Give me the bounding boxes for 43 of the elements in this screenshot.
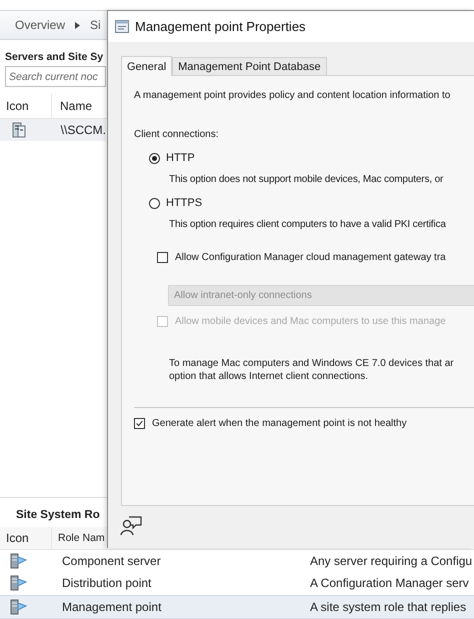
checkbox-label[interactable]: Generate alert when the management point is not healthy	[152, 418, 407, 429]
chevron-icon	[75, 22, 80, 28]
table-row[interactable]: Distribution point A Configuration Manager serv	[0, 572, 474, 595]
table-row[interactable]: \\SCCM.	[0, 119, 106, 141]
tab[interactable]: General	[121, 56, 172, 76]
table-row[interactable]: Management point A site system role that replies	[0, 594, 474, 619]
pane-title: Site System Ro	[15, 508, 101, 523]
table-cell-text: Distribution point	[61, 576, 152, 590]
breadcrumb-item[interactable]: Overview	[15, 18, 66, 32]
table-row[interactable]: Component server Any server requiring a Configu	[0, 550, 474, 572]
table-cell-text: Management point	[61, 600, 162, 614]
table-cell-text: Component server	[61, 554, 162, 568]
radio-label[interactable]: HTTP	[166, 152, 195, 164]
server-icon	[12, 122, 26, 138]
info-text: To manage Mac computers and Windows CE 7.0 devices that ar option that allows Internet client connections.	[168, 357, 455, 383]
option-note: This option does not support mobile devices, Mac computers, or	[168, 174, 444, 185]
radio-button[interactable]	[149, 198, 160, 208]
checkbox-label[interactable]: Allow Configuration Manager cloud management gateway tra	[175, 252, 446, 263]
search-field[interactable]: Search current noc	[5, 66, 106, 87]
server-role-icon	[10, 553, 28, 570]
server-role-icon	[10, 598, 28, 615]
tab[interactable]: Management Point Database	[172, 57, 327, 75]
table-cell: Any server requiring a Configu	[310, 554, 472, 568]
description-text: A management point provides policy and content location information to	[134, 90, 452, 103]
column-header[interactable]: Name	[52, 94, 106, 118]
radio-button[interactable]	[149, 152, 160, 164]
person-chat-icon[interactable]	[120, 516, 142, 536]
option-note: This option requires client computers to have a valid PKI certifica	[168, 219, 447, 230]
section-label: Client connections:	[134, 129, 220, 140]
server-role-icon	[10, 575, 28, 592]
column-header[interactable]: Icon	[0, 94, 52, 118]
column-header[interactable]: Icon	[0, 527, 52, 549]
column-header[interactable]: Role Nam	[52, 527, 106, 549]
window-title: Management point Properties	[135, 19, 306, 34]
window-icon	[115, 20, 129, 33]
radio-label[interactable]: HTTPS	[166, 197, 202, 209]
table-cell: A site system role that replies	[310, 600, 466, 614]
checkbox[interactable]	[157, 252, 168, 263]
breadcrumb-item[interactable]: Si	[90, 18, 101, 32]
checkbox[interactable]	[134, 418, 145, 429]
table-cell: A Configuration Manager serv	[310, 576, 469, 590]
table-cell-text: \\SCCM.	[60, 123, 106, 137]
pane-title: Servers and Site Sy	[4, 50, 104, 65]
